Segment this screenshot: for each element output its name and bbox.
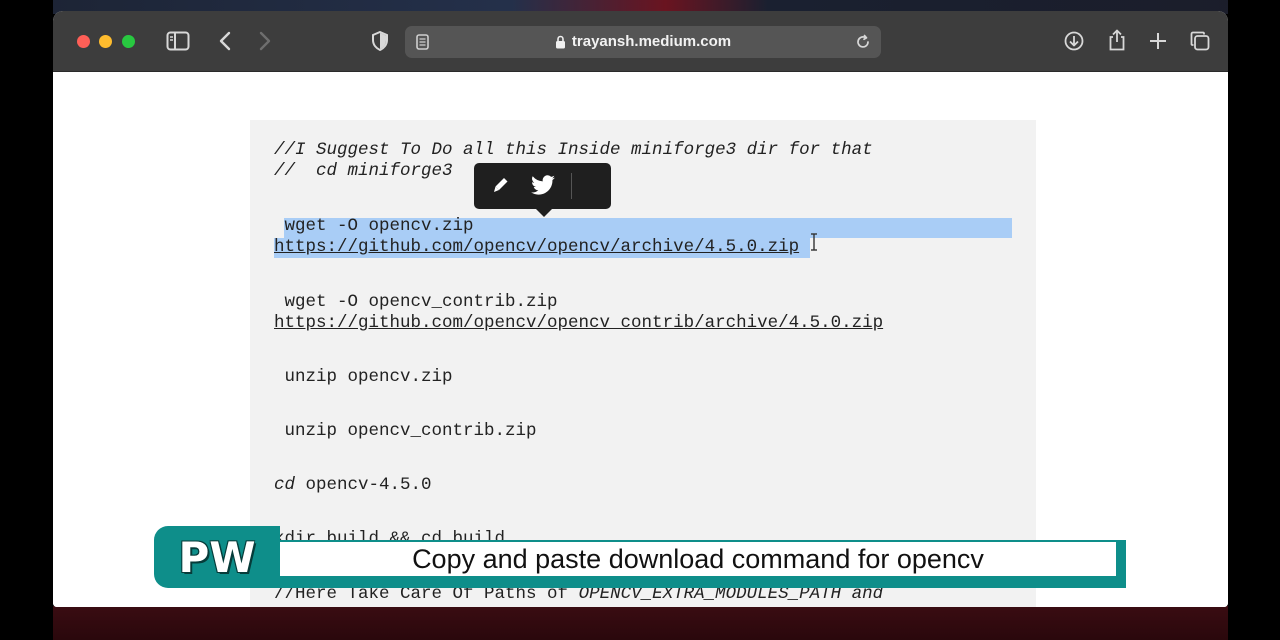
minimize-window-button[interactable] <box>99 35 112 48</box>
close-window-button[interactable] <box>77 35 90 48</box>
letterbox-left <box>0 0 53 640</box>
back-icon[interactable] <box>215 30 235 52</box>
lock-icon <box>555 35 566 49</box>
browser-window: trayansh.medium.com //I Suggest To Do al… <box>53 11 1228 607</box>
twitter-icon[interactable] <box>528 174 558 198</box>
letterbox-right <box>1228 0 1280 640</box>
browser-toolbar: trayansh.medium.com <box>53 11 1228 72</box>
video-caption-banner: Copy and paste download command for open… <box>154 526 1126 588</box>
code-command: wget -O opencv.zip <box>274 216 474 236</box>
code-command: unzip opencv_contrib.zip <box>274 421 537 441</box>
new-tab-icon[interactable] <box>1147 30 1169 52</box>
caption-text: Copy and paste download command for open… <box>412 544 984 574</box>
code-link[interactable]: https://github.com/opencv/opencv/archive… <box>274 237 799 257</box>
code-link[interactable]: https://github.com/opencv/opencv_contrib… <box>274 313 883 333</box>
url-text: trayansh.medium.com <box>571 33 732 50</box>
sidebar-icon[interactable] <box>166 30 190 52</box>
reload-icon[interactable] <box>855 34 871 50</box>
code-comment: // cd miniforge3 <box>274 161 453 181</box>
pw-logo-text: PW <box>178 533 256 582</box>
caption-box: Copy and paste download command for open… <box>278 540 1118 578</box>
code-comment: //I Suggest To Do all this Inside minifo… <box>274 140 873 160</box>
selection-popover <box>474 163 611 217</box>
zoom-window-button[interactable] <box>122 35 135 48</box>
download-icon[interactable] <box>1063 30 1085 52</box>
pw-logo: PW <box>154 526 280 588</box>
code-command: wget -O opencv_contrib.zip <box>274 292 558 312</box>
url-display[interactable]: trayansh.medium.com <box>405 26 881 58</box>
text-cursor-icon <box>810 233 818 251</box>
code-keyword: cd <box>274 475 296 495</box>
highlight-pen-icon[interactable] <box>490 175 512 197</box>
code-command: unzip opencv.zip <box>274 367 453 387</box>
code-command-rest: opencv-4.5.0 <box>295 475 432 495</box>
share-icon[interactable] <box>1106 28 1128 52</box>
tabs-overview-icon[interactable] <box>1189 30 1211 52</box>
code-command: cd opencv-4.5.0 <box>274 475 432 495</box>
desktop-wallpaper-bottom <box>0 606 1280 640</box>
forward-icon[interactable] <box>255 30 275 52</box>
shield-icon[interactable] <box>369 30 391 52</box>
popover-divider <box>571 173 572 199</box>
address-bar[interactable]: trayansh.medium.com <box>405 26 881 58</box>
